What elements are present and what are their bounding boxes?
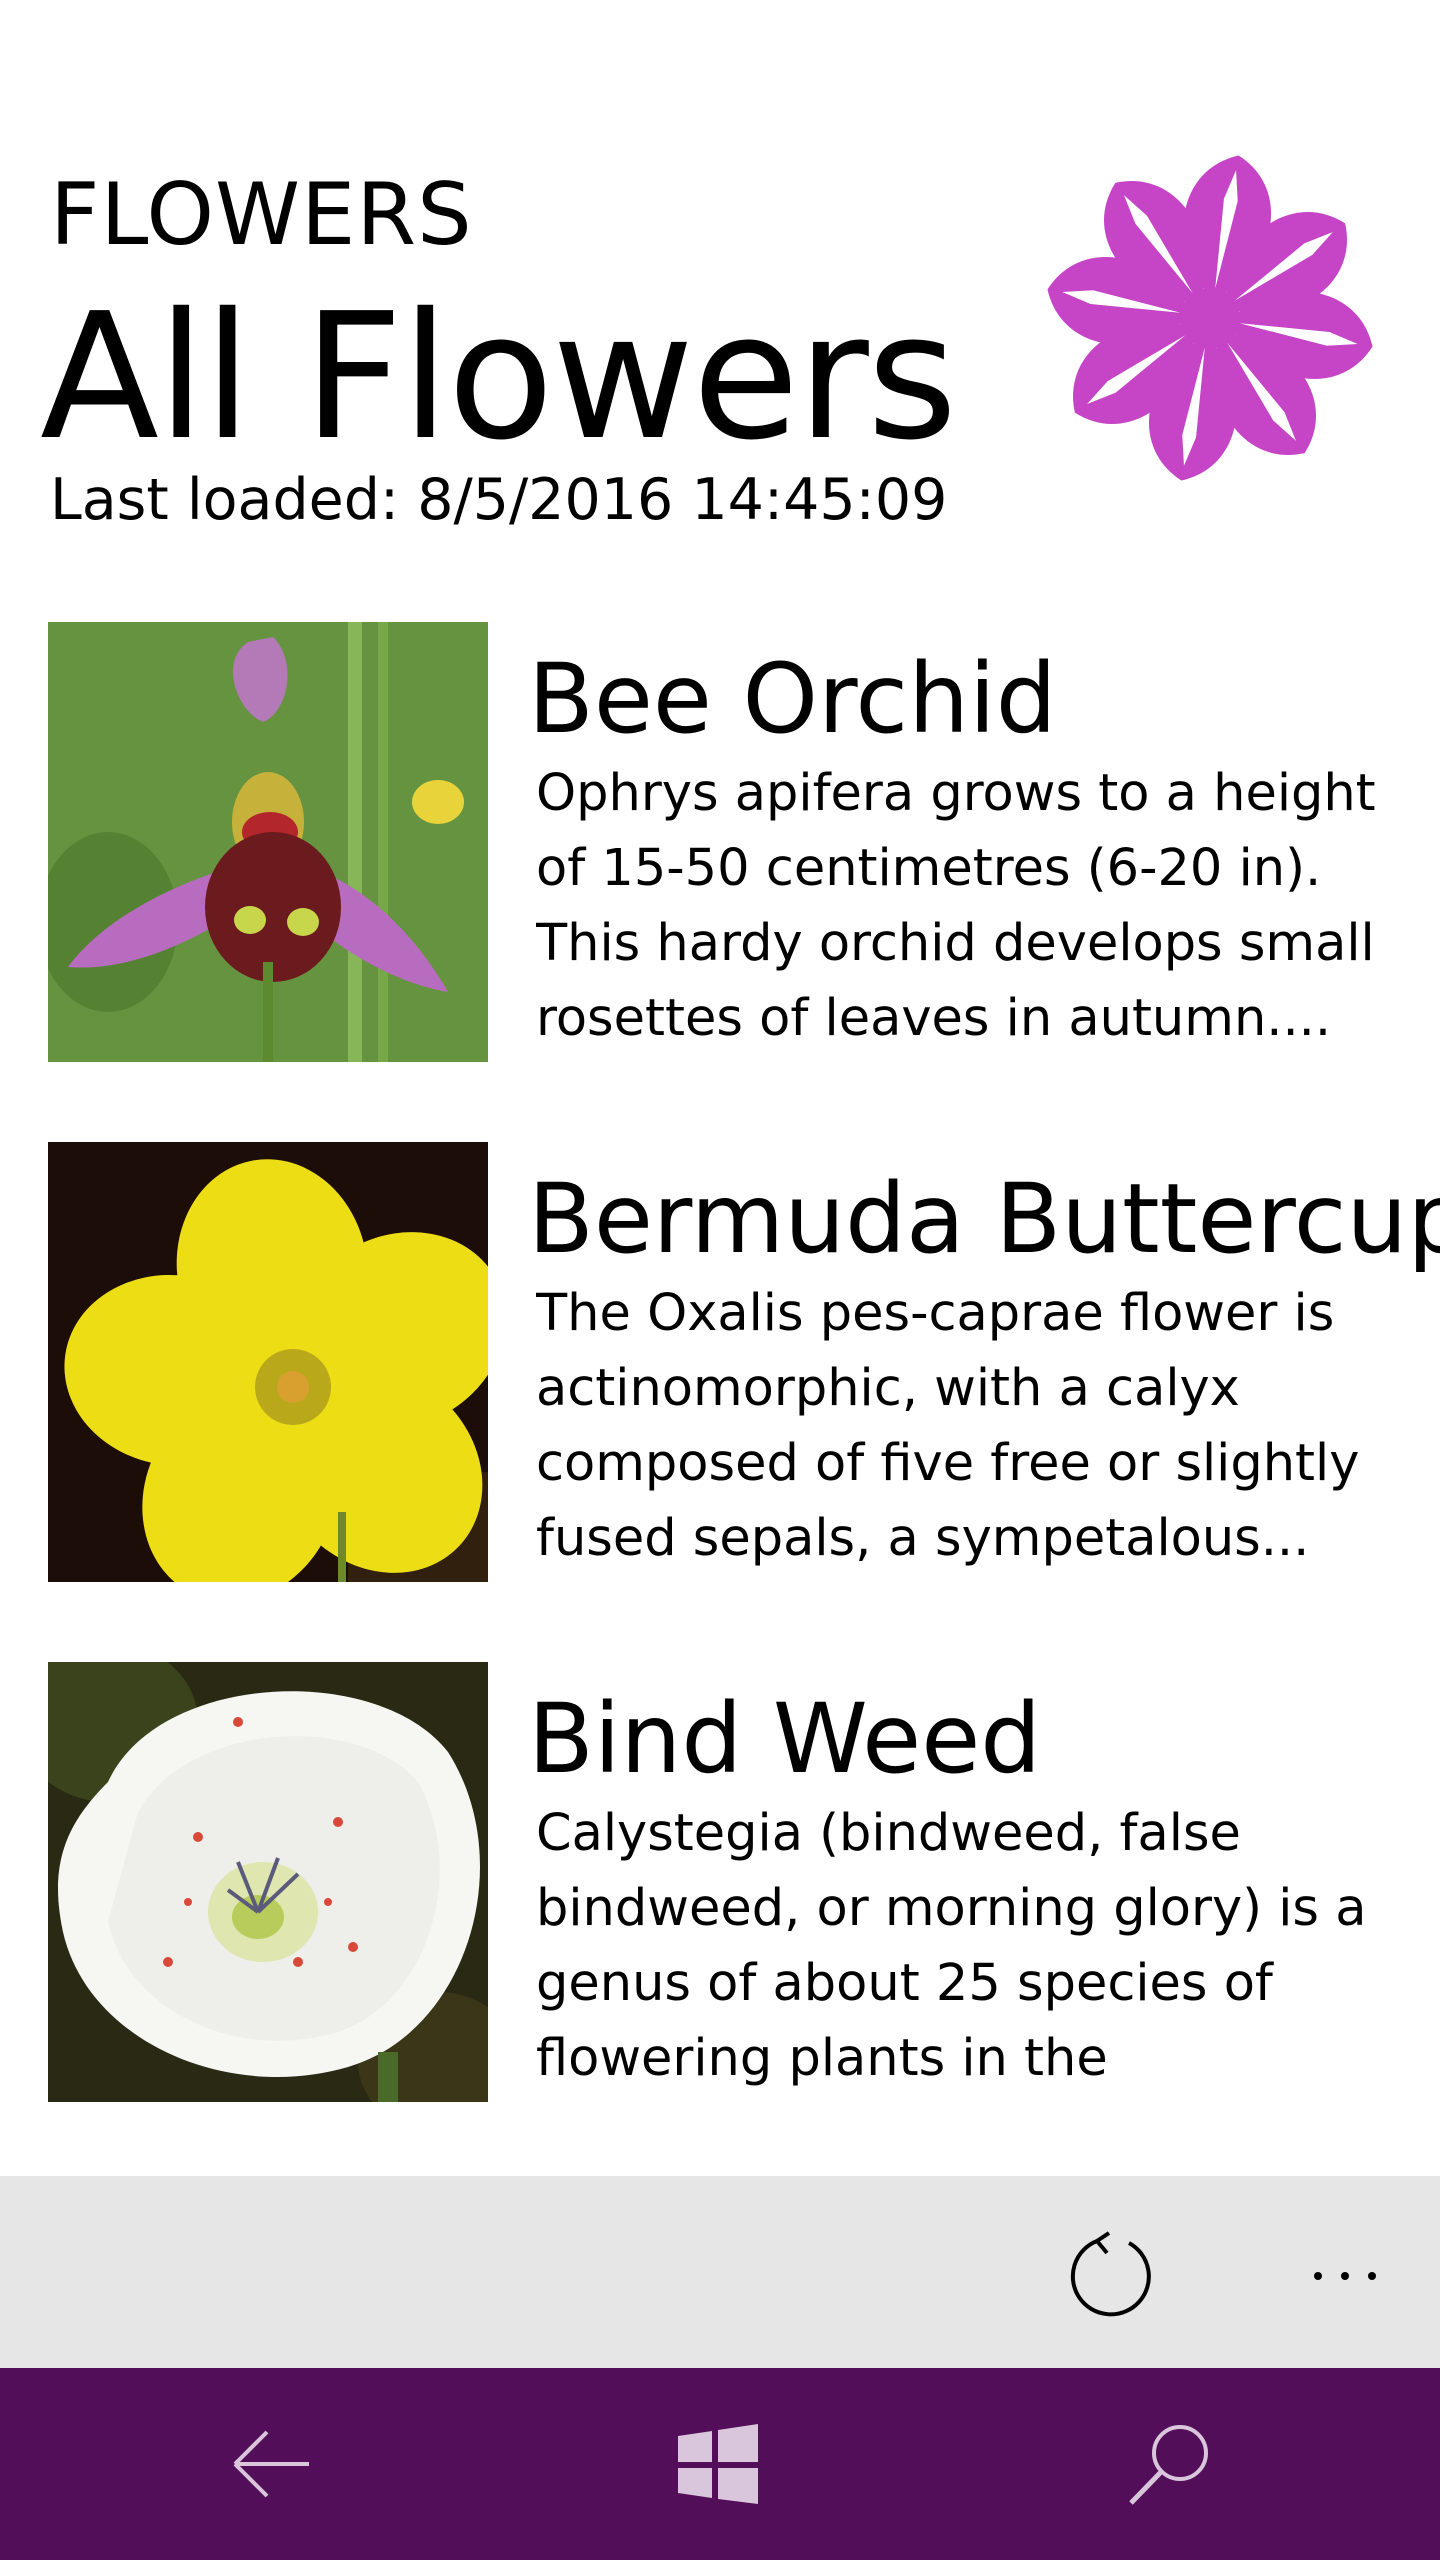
app-label: FLOWERS <box>50 165 473 265</box>
list-item[interactable]: Bermuda Buttercup The Oxalis pes-caprae … <box>0 1142 1440 1582</box>
bind-weed-photo <box>48 1662 488 2102</box>
flower-name: Bee Orchid <box>528 643 1057 755</box>
more-icon <box>1314 2272 1376 2280</box>
windows-button[interactable] <box>668 2414 768 2514</box>
flower-description: Ophrys apifera grows to a height of 15-5… <box>536 764 1376 1048</box>
bermuda-buttercup-photo <box>48 1142 488 1582</box>
flower-name: Bind Weed <box>528 1683 1042 1795</box>
list-item[interactable]: Bind Weed Calystegia (bindweed, false bi… <box>0 1662 1440 2102</box>
flower-logo-icon <box>1040 150 1380 490</box>
refresh-icon <box>1070 2231 1151 2317</box>
windows-icon <box>678 2424 758 2504</box>
system-nav-bar <box>0 2368 1440 2560</box>
bee-orchid-photo <box>48 622 488 1062</box>
back-button[interactable] <box>222 2414 322 2514</box>
more-button[interactable] <box>1290 2226 1400 2326</box>
back-arrow-icon <box>233 2430 309 2498</box>
flower-description: Calystegia (bindweed, false bindweed, or… <box>536 1804 1367 2088</box>
refresh-button[interactable] <box>1062 2226 1162 2326</box>
list-item[interactable]: Bee Orchid Ophrys apifera grows to a hei… <box>0 622 1440 1062</box>
last-loaded-text: Last loaded: 8/5/2016 14:45:09 <box>50 467 948 533</box>
flower-name: Bermuda Buttercup <box>528 1163 1440 1275</box>
flower-description: The Oxalis pes-caprae flower is actinomo… <box>536 1284 1360 1568</box>
page-title: All Flowers <box>40 276 957 479</box>
command-bar <box>0 2176 1440 2368</box>
search-icon <box>1129 2425 1208 2505</box>
search-button[interactable] <box>1120 2414 1220 2514</box>
